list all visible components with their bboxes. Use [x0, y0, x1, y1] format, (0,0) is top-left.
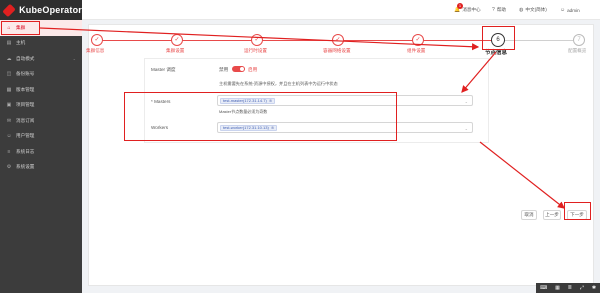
step-1-icon: ✓	[91, 34, 103, 46]
sidebar-item-settings[interactable]: ⚙ 系统设置	[0, 160, 82, 176]
step-4-icon: ✓	[332, 34, 344, 46]
sidebar-item-label: 消息订阅	[16, 117, 35, 123]
chevron-down-icon: ⌄	[72, 56, 76, 62]
schedule-enable-label: 启用	[248, 67, 258, 72]
sidebar-item-hosts[interactable]: ▤ 主机	[0, 36, 82, 52]
logo-icon	[2, 3, 16, 17]
top-header: 🔔 1 消息中心 ? 帮助 ◍ 中文(简体) ☺ admin	[82, 0, 600, 20]
bell-icon: 🔔 1	[454, 3, 463, 13]
message-center-link[interactable]: 🔔 1 消息中心	[454, 3, 481, 13]
step-3-label: 运行时设置	[244, 48, 267, 53]
cluster-create-panel: ✓ 集群信息 ✓ 集群设置 ✓ 运行时设置 ✓ 容器网络设置 ✓ 组件设置 6 …	[86, 24, 595, 286]
version-icon: ▦	[6, 86, 12, 93]
list-icon[interactable]: ≣	[568, 285, 572, 291]
backup-icon: ◫	[6, 71, 12, 78]
sidebar-item-label: 自动模式	[16, 55, 35, 61]
step-5-icon: ✓	[412, 34, 424, 46]
server-icon: ▤	[6, 40, 12, 47]
chevron-down-icon: ⌄	[464, 99, 468, 104]
user-menu[interactable]: ☺ admin	[560, 7, 580, 13]
annotation-box-cluster	[1, 21, 40, 35]
step-1-label: 集群信息	[86, 48, 105, 53]
step-5-label: 组件设置	[407, 48, 426, 53]
step-7-icon: 7	[573, 34, 585, 46]
sidebar-item-label: 主机	[16, 40, 26, 46]
sidebar-item-messages[interactable]: ✉ 消息订阅	[0, 113, 82, 129]
globe-icon: ◍	[519, 7, 524, 13]
annotation-box-hosts	[124, 92, 397, 141]
settings-icon: ⚙	[6, 164, 12, 171]
step-4-label: 容器网络设置	[323, 48, 351, 53]
sidebar-item-label: 系统设置	[16, 164, 35, 170]
chevron-down-icon: ⌄	[464, 126, 468, 131]
annotation-box-next	[564, 202, 591, 220]
sidebar-item-logs[interactable]: ≡ 系统日志	[0, 144, 82, 160]
keyboard-icon[interactable]: ⌨	[540, 285, 547, 291]
user-icon: ☺	[560, 7, 566, 13]
expand-icon[interactable]: ⤢	[580, 285, 584, 291]
sidebar-item-label: 用户管理	[16, 133, 35, 139]
host-hint: 主机需要先在系统-资源中授权，并且在主机列表中为运行中状态	[219, 81, 338, 86]
message-badge: 1	[457, 3, 463, 9]
log-icon: ≡	[7, 148, 11, 155]
sidebar: KubeOperator ⌂ 集群 ▤ 主机 ☁ 自动模式 ⌄ ◫ 备份账号 ▦…	[0, 0, 82, 293]
sidebar-item-label: 备份账号	[16, 71, 35, 77]
message-center-label: 消息中心	[462, 7, 481, 12]
language-select[interactable]: ◍ 中文(简体)	[519, 7, 547, 13]
cloud-icon: ☁	[6, 55, 12, 62]
help-label: 帮助	[496, 7, 506, 12]
prev-button[interactable]: 上一步	[543, 210, 561, 220]
help-icon: ?	[492, 7, 495, 13]
app-name: KubeOperator	[19, 5, 82, 15]
user-icon: ☺	[6, 133, 12, 140]
language-label: 中文(简体)	[525, 7, 547, 12]
sidebar-item-projects[interactable]: ▣ 项目管理	[0, 98, 82, 114]
sidebar-item-versions[interactable]: ▦ 版本管理	[0, 82, 82, 98]
settings-icon[interactable]: ✱	[592, 285, 596, 291]
grid-icon[interactable]: ▦	[555, 285, 560, 291]
step-3-icon: ✓	[251, 34, 263, 46]
step-progress-line	[101, 40, 494, 41]
help-link[interactable]: ? 帮助	[492, 7, 506, 13]
master-schedule-toggle[interactable]	[232, 66, 245, 72]
sidebar-item-label: 项目管理	[16, 102, 35, 108]
step-2-label: 集群设置	[166, 48, 185, 53]
sidebar-item-auto-mode[interactable]: ☁ 自动模式 ⌄	[0, 51, 82, 67]
schedule-disable-label: 禁用	[219, 67, 229, 72]
bottom-toolbar: ⌨ ▦ ≣ ⤢ ✱	[536, 283, 600, 293]
sidebar-item-backup[interactable]: ◫ 备份账号	[0, 67, 82, 83]
cancel-button[interactable]: 取消	[521, 210, 537, 220]
step-7-label: 配置概览	[568, 48, 587, 53]
sidebar-item-label: 版本管理	[16, 86, 35, 92]
master-schedule-label: Master 调度	[151, 67, 176, 72]
annotation-box-node-info	[482, 26, 515, 50]
project-icon: ▣	[6, 102, 12, 109]
sidebar-item-label: 系统日志	[16, 148, 35, 154]
user-name: admin	[567, 7, 580, 13]
step-2-icon: ✓	[171, 34, 183, 46]
sidebar-item-users[interactable]: ☺ 用户管理	[0, 129, 82, 145]
message-icon: ✉	[6, 117, 12, 124]
logo: KubeOperator	[0, 0, 82, 20]
wizard-steps: ✓ 集群信息 ✓ 集群设置 ✓ 运行时设置 ✓ 容器网络设置 ✓ 组件设置 6 …	[86, 31, 595, 56]
